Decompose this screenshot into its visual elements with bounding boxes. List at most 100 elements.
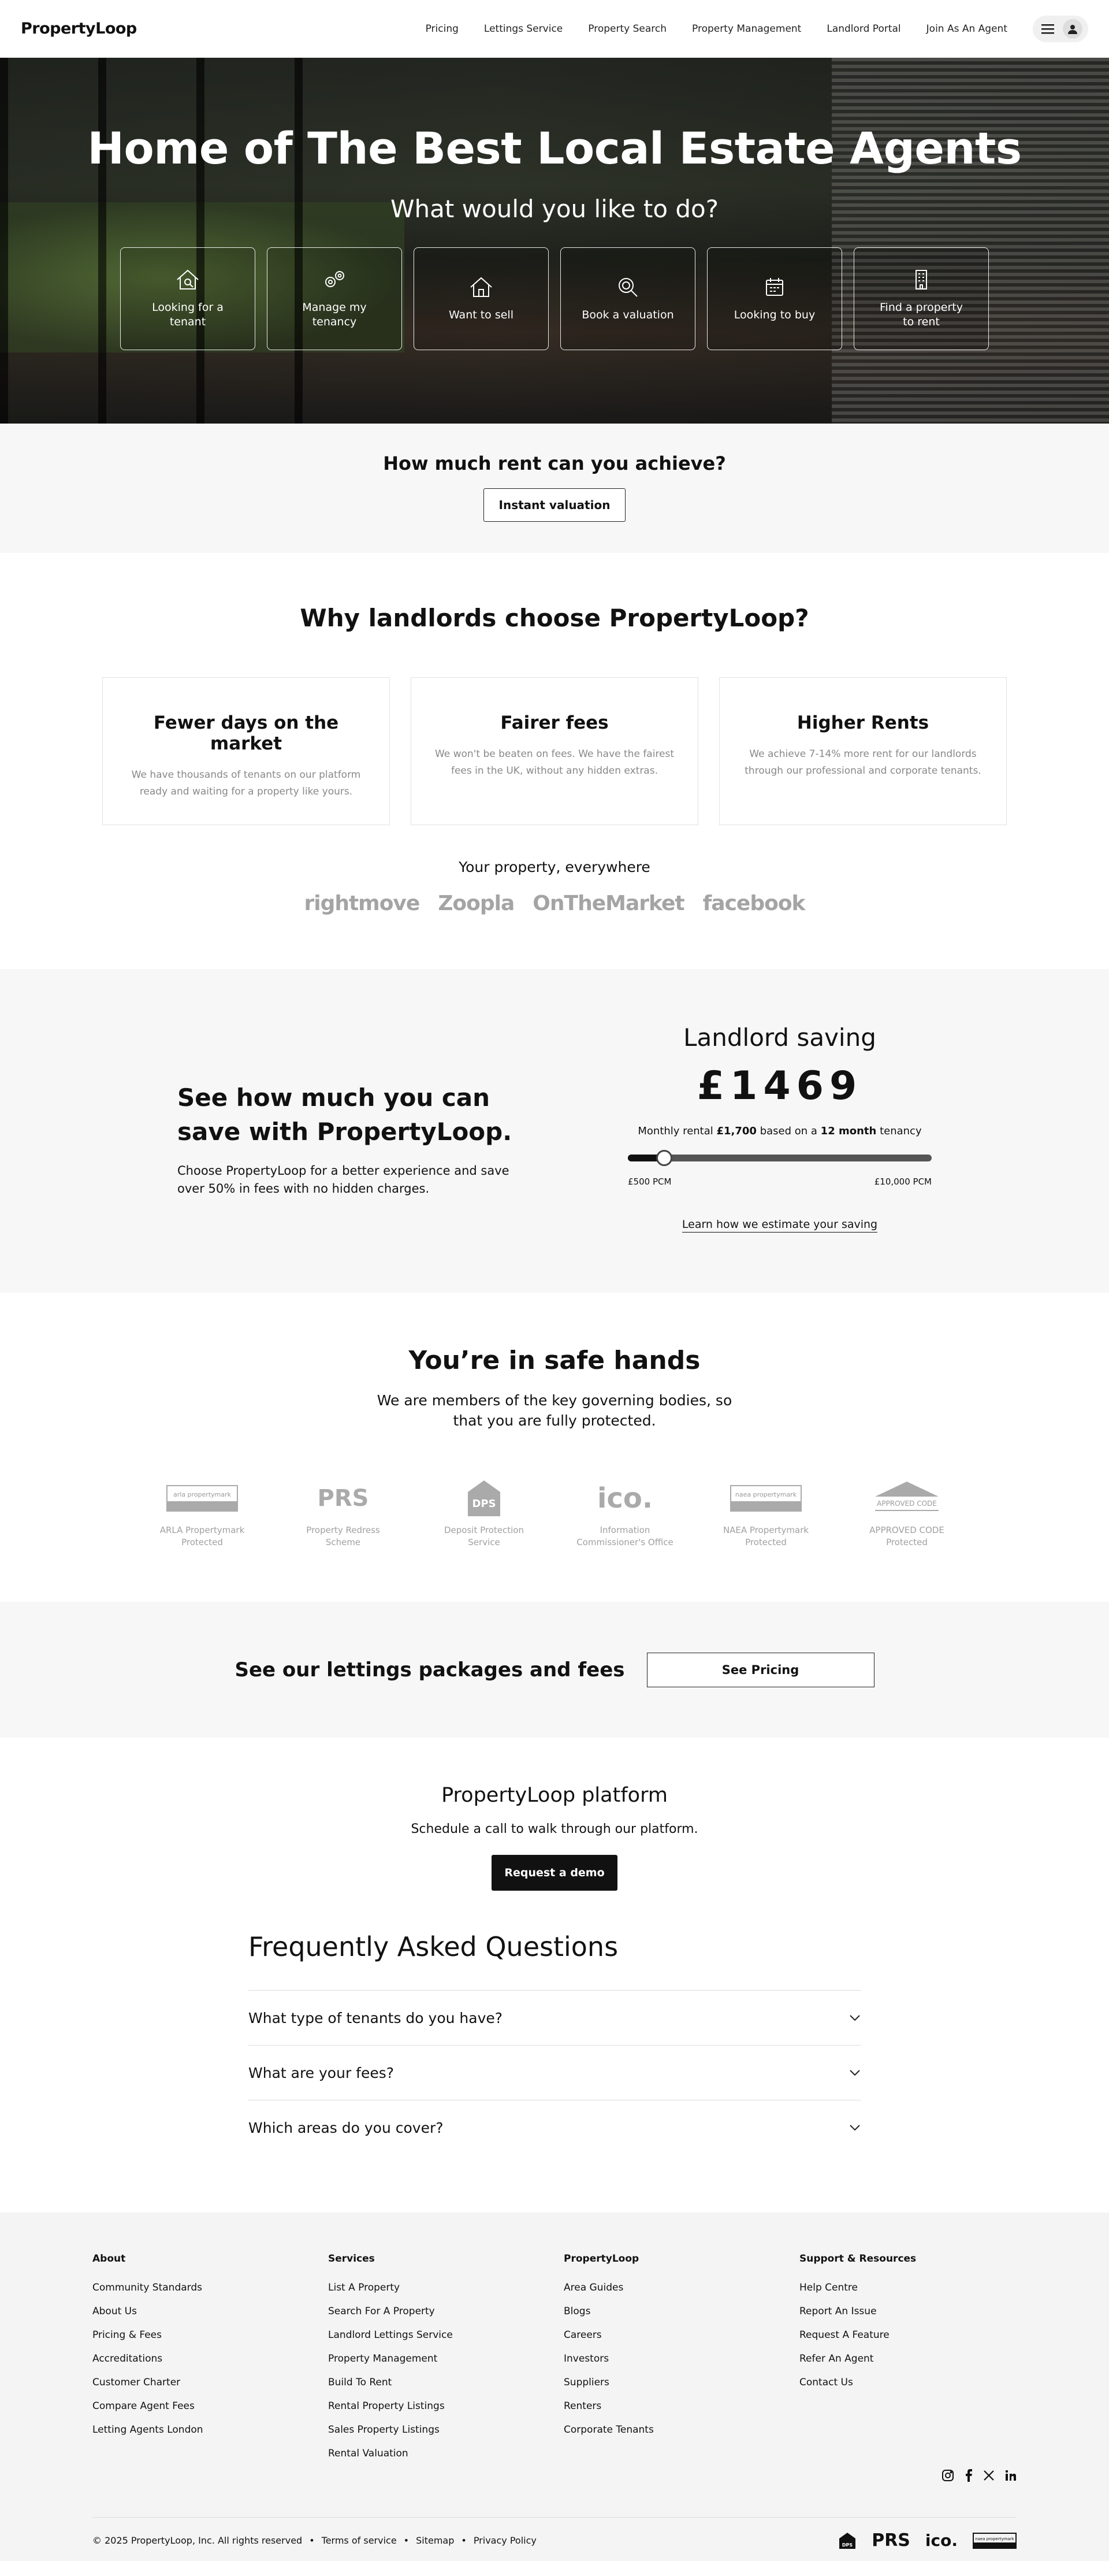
tile-want-to-sell[interactable]: Want to sell bbox=[414, 247, 549, 350]
tile-looking-to-buy[interactable]: Looking to buy bbox=[707, 247, 842, 350]
svg-text:DPS: DPS bbox=[842, 2542, 853, 2548]
footer-link[interactable]: Landlord Lettings Service bbox=[328, 2329, 564, 2341]
nav-landlord-portal[interactable]: Landlord Portal bbox=[827, 23, 900, 35]
footer-link[interactable]: Suppliers bbox=[564, 2377, 799, 2388]
onthemarket-logo: OnTheMarket bbox=[533, 892, 684, 915]
house-icon bbox=[470, 277, 492, 297]
footer-link[interactable]: Contact Us bbox=[799, 2377, 1035, 2388]
footer-link[interactable]: Help Centre bbox=[799, 2282, 1035, 2293]
monthly-mid: based on a bbox=[760, 1125, 817, 1137]
arla-logo: arla propertymark bbox=[166, 1478, 238, 1519]
benefit-text: We achieve 7-14% more rent for our landl… bbox=[745, 748, 981, 777]
x-icon[interactable] bbox=[983, 2470, 995, 2481]
tile-book-valuation[interactable]: Book a valuation bbox=[560, 247, 695, 350]
pricing-section: See our lettings packages and fees See P… bbox=[0, 1602, 1109, 1738]
footer-link[interactable]: Compare Agent Fees bbox=[92, 2400, 328, 2412]
linkedin-icon[interactable] bbox=[1005, 2470, 1017, 2481]
prs-badge: PRS Property Redress Scheme bbox=[291, 1478, 395, 1549]
facebook-icon[interactable] bbox=[965, 2469, 973, 2482]
faq-item[interactable]: What type of tenants do you have? bbox=[248, 1990, 861, 2045]
badge-label: ARLA Propertymark Protected bbox=[159, 1525, 245, 1547]
savings-text: Choose PropertyLoop for a better experie… bbox=[177, 1163, 509, 1196]
footer-link[interactable]: Property Management bbox=[328, 2353, 564, 2365]
footer-link[interactable]: Pricing & Fees bbox=[92, 2329, 328, 2341]
rent-section: How much rent can you achieve? Instant v… bbox=[0, 424, 1109, 553]
request-demo-button[interactable]: Request a demo bbox=[492, 1855, 617, 1891]
footer-link[interactable]: Area Guides bbox=[564, 2282, 799, 2293]
nav-property-management[interactable]: Property Management bbox=[692, 23, 801, 35]
footer-bottom: © 2025 PropertyLoop, Inc. All rights res… bbox=[92, 2517, 1017, 2551]
monthly-term: 12 month bbox=[820, 1125, 877, 1137]
footer-link[interactable]: Customer Charter bbox=[92, 2377, 328, 2388]
footer-link[interactable]: Refer An Agent bbox=[799, 2353, 1035, 2365]
badge-label: Deposit Protection Service bbox=[444, 1525, 524, 1547]
footer-link[interactable]: Accreditations bbox=[92, 2353, 328, 2365]
faq-item[interactable]: What are your fees? bbox=[248, 2045, 861, 2100]
learn-saving-link[interactable]: Learn how we estimate your saving bbox=[682, 1218, 878, 1233]
tile-manage-tenancy[interactable]: Manage my tenancy bbox=[267, 247, 402, 350]
footer-link[interactable]: Sales Property Listings bbox=[328, 2424, 564, 2436]
dps-badge: DPS Deposit Protection Service bbox=[432, 1478, 536, 1549]
tile-label: Book a valuation bbox=[582, 308, 674, 321]
pricing-title: See our lettings packages and fees bbox=[235, 1658, 625, 1682]
chevron-down-icon bbox=[850, 2125, 860, 2131]
footer-column-support: Support & Resources Help Centre Report A… bbox=[799, 2253, 1035, 2471]
footer-accreditation-logos: DPS PRS ico. naea propertymark bbox=[838, 2530, 1017, 2551]
footer-link[interactable]: About Us bbox=[92, 2306, 328, 2317]
badge-label: NAEA Propertymark Protected bbox=[723, 1525, 809, 1547]
badge-label: Property Redress Scheme bbox=[306, 1525, 380, 1547]
footer-link[interactable]: Careers bbox=[564, 2329, 799, 2341]
prs-logo: PRS bbox=[872, 2530, 910, 2551]
rent-slider[interactable] bbox=[628, 1150, 932, 1166]
footer-column-propertyloop: PropertyLoop Area Guides Blogs Careers I… bbox=[564, 2253, 799, 2471]
footer-link[interactable]: Letting Agents London bbox=[92, 2424, 328, 2436]
prs-logo: PRS bbox=[317, 1485, 369, 1512]
see-pricing-button[interactable]: See Pricing bbox=[646, 1652, 874, 1687]
footer-link[interactable]: Blogs bbox=[564, 2306, 799, 2317]
footer-link[interactable]: Search For A Property bbox=[328, 2306, 564, 2317]
slider-thumb[interactable] bbox=[656, 1150, 673, 1166]
footer-link[interactable]: Build To Rent bbox=[328, 2377, 564, 2388]
footer-columns: About Community Standards About Us Prici… bbox=[92, 2253, 1109, 2471]
footer-link[interactable]: Rental Property Listings bbox=[328, 2400, 564, 2412]
why-section: Why landlords choose PropertyLoop? Fewer… bbox=[0, 553, 1109, 969]
nav-property-search[interactable]: Property Search bbox=[588, 23, 667, 35]
privacy-link[interactable]: Privacy Policy bbox=[474, 2535, 537, 2546]
nav-join-as-agent[interactable]: Join As An Agent bbox=[926, 23, 1007, 35]
footer-link[interactable]: List A Property bbox=[328, 2282, 564, 2293]
account-menu[interactable] bbox=[1033, 15, 1088, 42]
hero-section: Home of The Best Local Estate Agents Wha… bbox=[0, 58, 1109, 424]
why-title: Why landlords choose PropertyLoop? bbox=[300, 604, 809, 632]
terms-link[interactable]: Terms of service bbox=[322, 2535, 397, 2546]
nav-lettings-service[interactable]: Lettings Service bbox=[484, 23, 563, 35]
nav-pricing[interactable]: Pricing bbox=[426, 23, 459, 35]
footer-link[interactable]: Rental Valuation bbox=[328, 2448, 564, 2459]
footer-link[interactable]: Renters bbox=[564, 2400, 799, 2412]
svg-text:arla propertymark: arla propertymark bbox=[173, 1491, 232, 1498]
svg-text:DPS: DPS bbox=[472, 1498, 496, 1510]
sitemap-link[interactable]: Sitemap bbox=[416, 2535, 454, 2546]
hamburger-menu-icon[interactable] bbox=[1039, 20, 1057, 38]
savings-title: See how much you can save with PropertyL… bbox=[177, 1083, 512, 1146]
tile-label: Looking for a tenant bbox=[152, 301, 224, 328]
magnifier-icon bbox=[619, 277, 638, 297]
user-avatar-icon[interactable] bbox=[1063, 18, 1082, 39]
savings-section: See how much you can save with PropertyL… bbox=[0, 969, 1109, 1293]
footer-link[interactable]: Investors bbox=[564, 2353, 799, 2365]
tile-find-property-rent[interactable]: Find a property to rent bbox=[854, 247, 989, 350]
tile-label: Find a property to rent bbox=[880, 301, 963, 328]
faq-item[interactable]: Which areas do you cover? bbox=[248, 2100, 861, 2155]
tile-looking-for-tenant[interactable]: Looking for a tenant bbox=[120, 247, 255, 350]
footer-link[interactable]: Request A Feature bbox=[799, 2329, 1035, 2341]
naea-logo: naea propertymark bbox=[730, 1478, 802, 1519]
slider-max-label: £10,000 PCM bbox=[874, 1176, 932, 1187]
instagram-icon[interactable] bbox=[941, 2469, 954, 2482]
approved-code-badge: APPROVED CODE APPROVED CODE Protected bbox=[855, 1478, 959, 1549]
instant-valuation-button[interactable]: Instant valuation bbox=[483, 488, 626, 522]
logo[interactable]: PropertyLoop bbox=[21, 20, 137, 38]
footer-link[interactable]: Report An Issue bbox=[799, 2306, 1035, 2317]
benefit-title: Higher Rents bbox=[797, 712, 929, 733]
footer-link[interactable]: Corporate Tenants bbox=[564, 2424, 799, 2436]
footer-link[interactable]: Community Standards bbox=[92, 2282, 328, 2293]
chevron-down-icon bbox=[850, 2015, 860, 2021]
